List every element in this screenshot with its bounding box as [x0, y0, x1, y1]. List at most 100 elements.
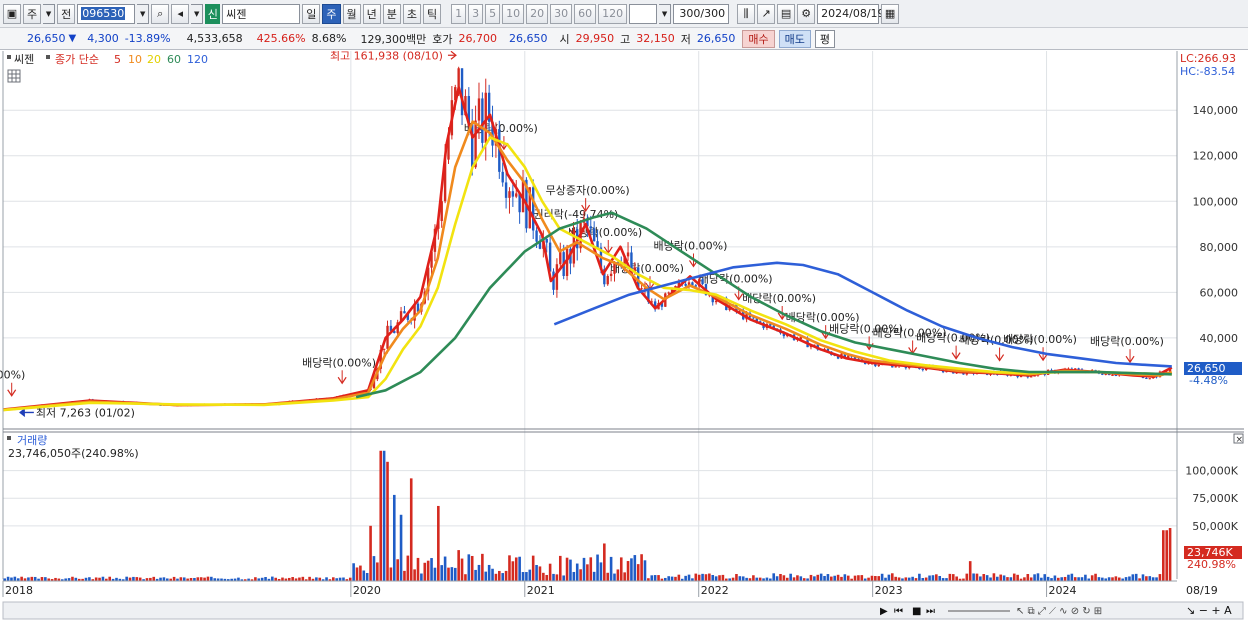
minute-option[interactable]: 120: [598, 3, 628, 24]
candle-icon[interactable]: ⫼: [737, 3, 756, 24]
table-icon[interactable]: [7, 69, 21, 83]
speaker-icon[interactable]: ◂: [171, 3, 190, 24]
volume-bar: [254, 577, 257, 581]
volume-tick-label: 100,000K: [1185, 465, 1238, 478]
volume-bar: [1124, 577, 1128, 581]
volume-bar: [135, 577, 139, 581]
volume-bar: [379, 450, 383, 581]
minute-option[interactable]: 5: [485, 3, 501, 24]
chevron-down-icon[interactable]: ▼: [137, 3, 150, 24]
minute-option[interactable]: 60: [574, 3, 597, 24]
volume-bar: [396, 559, 399, 581]
volume-bar: [128, 577, 132, 581]
stop-icon[interactable]: ■: [912, 606, 921, 617]
last-change-text: -4.48%: [1189, 374, 1228, 387]
volume-bar: [552, 573, 555, 581]
chart-tools-icons[interactable]: ↖ ⧉ ⤢ ⟋ ∿ ⊘ ↻ ⊞: [1016, 606, 1102, 617]
volume-bar: [758, 577, 762, 581]
chevron-down-icon[interactable]: ▼: [191, 3, 204, 24]
volume-bar: [179, 577, 183, 581]
buy-button[interactable]: 매수: [742, 29, 775, 48]
volume-bar: [1002, 575, 1006, 581]
chevron-down-icon[interactable]: ▼: [43, 3, 56, 24]
event-label: 배당락(0.00%): [302, 356, 376, 369]
scroll-controls[interactable]: ▶ ⏮ ■ ⏭ ↖ ⧉ ⤢ ⟋ ∿ ⊘ ↻ ⊞ ↘ − + A: [2, 601, 1244, 620]
volume-bar: [714, 576, 718, 581]
count-field[interactable]: 300/300: [673, 3, 730, 24]
volume-bar: [653, 575, 657, 581]
volume-bar: [6, 576, 10, 581]
min-label: 최저 7,263 (01/02): [36, 406, 135, 419]
minute-option[interactable]: 10: [502, 3, 525, 24]
calendar-icon[interactable]: ▦: [881, 3, 900, 24]
drawing-icon[interactable]: ↗: [757, 3, 776, 24]
volume-bar: [545, 574, 549, 581]
volume-bar: [1009, 577, 1013, 581]
volume-bar: [735, 574, 738, 581]
tab-year[interactable]: 년: [362, 3, 381, 24]
volume-bar: [467, 554, 471, 581]
tab-minute[interactable]: 분: [382, 3, 401, 24]
gear-icon[interactable]: ⚙: [797, 3, 816, 24]
date-field[interactable]: 2024/08/19: [817, 3, 885, 24]
volume-bar: [755, 577, 759, 581]
code-input[interactable]: 096530: [77, 3, 136, 24]
average-button[interactable]: 평: [814, 29, 835, 48]
volume-bar: [1151, 577, 1155, 581]
tab-second[interactable]: 초: [402, 3, 421, 24]
x-tick-label: 2018: [5, 584, 33, 597]
legend-ma5: 5: [114, 53, 121, 66]
minute-option[interactable]: 3: [468, 3, 484, 24]
volume-bar: [291, 577, 294, 581]
high-label: 고: [620, 32, 631, 46]
volume-bar: [1094, 573, 1097, 581]
volume-bar: [779, 573, 782, 581]
volume-bar: [938, 576, 942, 581]
change-value: 4,300: [87, 32, 119, 45]
chevron-down-icon[interactable]: ▼: [659, 3, 672, 24]
sell-button[interactable]: 매도: [778, 29, 811, 48]
volume-bar: [359, 565, 362, 581]
tab-day[interactable]: 일: [302, 3, 321, 24]
legend-ma120: 120: [187, 53, 208, 66]
window-menu-icon[interactable]: ▣: [3, 3, 21, 24]
volume-bar: [1101, 577, 1104, 581]
x-tick-label: 2020: [353, 584, 381, 597]
volume-bar: [1141, 574, 1145, 581]
candle-body: [1077, 368, 1080, 370]
volume-bar: [823, 575, 826, 581]
volume-bar: [731, 577, 735, 581]
prev-button[interactable]: 전: [57, 3, 76, 24]
volume-bar: [548, 563, 552, 581]
tab-month[interactable]: 월: [342, 3, 361, 24]
search-icon[interactable]: ⌕: [151, 3, 170, 24]
minute-option[interactable]: 1: [451, 3, 467, 24]
x-tick-label: 2021: [527, 584, 555, 597]
tab-tick[interactable]: 틱: [423, 3, 442, 24]
period-select[interactable]: 주: [23, 3, 42, 24]
forward-icon[interactable]: ⏭: [926, 606, 935, 617]
tab-week[interactable]: 주: [322, 3, 341, 24]
minute-option[interactable]: 30: [550, 3, 573, 24]
rewind-icon[interactable]: ⏮: [894, 606, 903, 617]
volume-bar: [640, 554, 643, 581]
volume-bar: [1114, 576, 1118, 581]
volume-bar: [1060, 577, 1063, 581]
volume-bar: [667, 576, 670, 581]
volume-bar: [474, 569, 477, 581]
volume-bar: [535, 564, 538, 581]
x-tick-label: 2024: [1049, 584, 1077, 597]
save-icon[interactable]: ▤: [777, 3, 796, 24]
minute-option[interactable]: 20: [526, 3, 549, 24]
volume-bar: [694, 573, 698, 581]
stock-name-field[interactable]: 씨젠: [222, 3, 301, 24]
volume-bar: [650, 575, 654, 581]
stock-chart[interactable]: 락(0.00%)배당락(0.00%)배당락(0.00%)권리락(-49.74%)…: [0, 51, 1248, 621]
volume-bar: [453, 567, 457, 581]
zoom-icons[interactable]: ↘ − + A: [1186, 604, 1232, 617]
candle-body: [457, 68, 460, 88]
legend-ma20: 20: [147, 53, 161, 66]
scroll-right-icon[interactable]: ▶: [880, 606, 888, 617]
custom-interval-field[interactable]: [629, 3, 658, 24]
volume-bar: [704, 574, 708, 581]
